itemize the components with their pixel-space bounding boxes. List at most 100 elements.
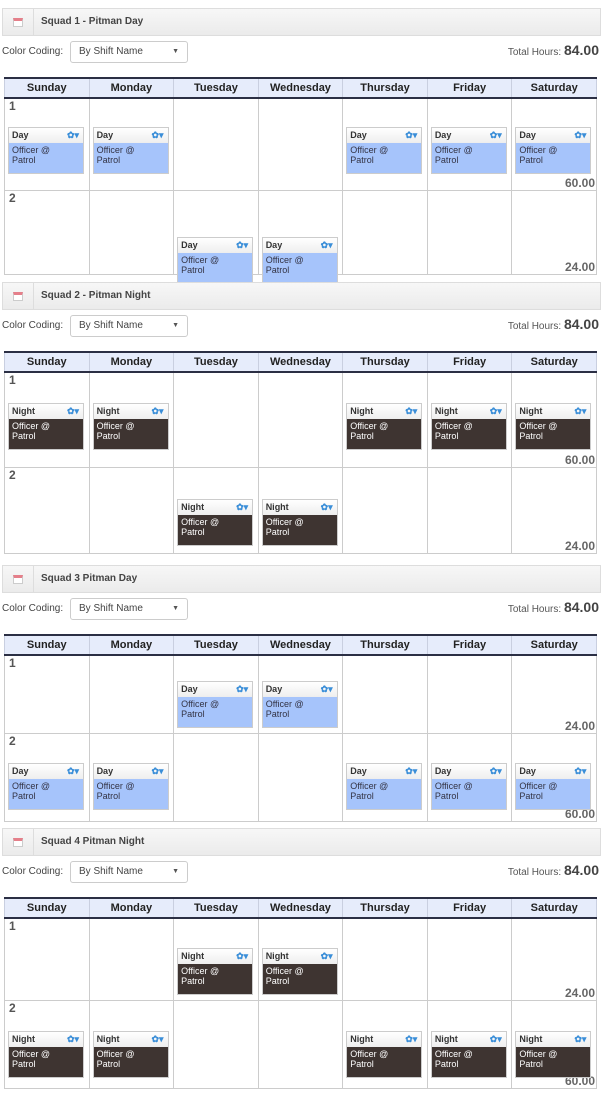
day-cell[interactable]: 60.00 Night ✿▾ Officer @ Patrol [511, 999, 597, 1089]
squad-header[interactable]: Squad 2 - Pitman Night [2, 282, 601, 310]
day-cell[interactable] [342, 466, 428, 554]
gear-dropdown-icon[interactable]: ✿▾ [152, 1032, 164, 1047]
shift-card[interactable]: Day ✿▾ Officer @ Patrol [515, 762, 592, 810]
shift-card[interactable]: Night ✿▾ Officer @ Patrol [430, 1030, 507, 1078]
day-cell[interactable]: 2 Day ✿▾ Officer @ Patrol [4, 732, 90, 822]
day-cell[interactable]: Night ✿▾ Officer @ Patrol [426, 999, 513, 1089]
day-cell[interactable]: Night ✿▾ Officer @ Patrol [257, 466, 344, 554]
gear-dropdown-icon[interactable]: ✿▾ [574, 128, 586, 143]
gear-dropdown-icon[interactable]: ✿▾ [152, 404, 164, 419]
color-coding-select[interactable]: By Shift Name ▼ [70, 315, 188, 337]
gear-dropdown-icon[interactable]: ✿▾ [67, 128, 79, 143]
gear-dropdown-icon[interactable]: ✿▾ [405, 764, 417, 779]
day-cell[interactable]: Night ✿▾ Officer @ Patrol [342, 999, 428, 1089]
day-cell[interactable]: Night ✿▾ Officer @ Patrol [426, 371, 513, 468]
shift-card[interactable]: Night ✿▾ Officer @ Patrol [92, 1030, 169, 1078]
day-cell[interactable]: Day ✿▾ Officer @ Patrol [173, 189, 259, 284]
gear-dropdown-icon[interactable]: ✿▾ [405, 128, 417, 143]
day-cell[interactable]: Day ✿▾ Officer @ Patrol [426, 732, 513, 822]
day-cell[interactable]: 24.00 [511, 189, 597, 275]
day-cell[interactable]: Day ✿▾ Officer @ Patrol [342, 97, 428, 191]
shift-card[interactable]: Night ✿▾ Officer @ Patrol [261, 948, 338, 995]
day-cell[interactable]: Day ✿▾ Officer @ Patrol [88, 732, 175, 822]
gear-dropdown-icon[interactable]: ✿▾ [236, 238, 248, 253]
day-cell[interactable] [88, 917, 175, 1001]
day-cell[interactable] [88, 654, 175, 734]
shift-card[interactable]: Night ✿▾ Officer @ Patrol [92, 403, 169, 450]
gear-dropdown-icon[interactable]: ✿▾ [321, 500, 333, 515]
gear-dropdown-icon[interactable]: ✿▾ [67, 764, 79, 779]
gear-dropdown-icon[interactable]: ✿▾ [490, 404, 502, 419]
day-cell[interactable] [426, 466, 513, 554]
shift-card[interactable]: Day ✿▾ Officer @ Patrol [346, 762, 423, 810]
gear-dropdown-icon[interactable]: ✿▾ [574, 404, 586, 419]
day-cell[interactable] [342, 654, 428, 734]
shift-card[interactable]: Night ✿▾ Officer @ Patrol [346, 403, 423, 450]
shift-card[interactable]: Day ✿▾ Officer @ Patrol [430, 127, 507, 174]
shift-card[interactable]: Day ✿▾ Officer @ Patrol [430, 762, 507, 810]
gear-dropdown-icon[interactable]: ✿▾ [490, 764, 502, 779]
shift-card[interactable]: Day ✿▾ Officer @ Patrol [8, 762, 84, 810]
day-cell[interactable]: Night ✿▾ Officer @ Patrol [88, 371, 175, 468]
squad-header[interactable]: Squad 3 Pitman Day [2, 565, 601, 593]
day-cell[interactable] [173, 371, 259, 468]
gear-dropdown-icon[interactable]: ✿▾ [574, 764, 586, 779]
shift-card[interactable]: Day ✿▾ Officer @ Patrol [261, 236, 338, 284]
day-cell[interactable] [426, 189, 513, 275]
day-cell[interactable] [173, 999, 259, 1089]
gear-dropdown-icon[interactable]: ✿▾ [67, 404, 79, 419]
day-cell[interactable]: 1 Night ✿▾ Officer @ Patrol [4, 371, 90, 468]
day-cell[interactable] [173, 97, 259, 191]
shift-card[interactable]: Day ✿▾ Officer @ Patrol [177, 681, 254, 728]
day-cell[interactable]: Night ✿▾ Officer @ Patrol [173, 466, 259, 554]
day-cell[interactable] [88, 189, 175, 275]
day-cell[interactable] [342, 917, 428, 1001]
day-cell[interactable]: Day ✿▾ Officer @ Patrol [342, 732, 428, 822]
shift-card[interactable]: Day ✿▾ Officer @ Patrol [515, 127, 592, 174]
squad-header[interactable]: Squad 4 Pitman Night [2, 828, 601, 856]
gear-dropdown-icon[interactable]: ✿▾ [152, 128, 164, 143]
color-coding-select[interactable]: By Shift Name ▼ [70, 41, 188, 63]
shift-card[interactable]: Night ✿▾ Officer @ Patrol [346, 1030, 423, 1078]
squad-header[interactable]: Squad 1 - Pitman Day [2, 8, 601, 36]
day-cell[interactable]: Night ✿▾ Officer @ Patrol [342, 371, 428, 468]
day-cell[interactable]: Day ✿▾ Officer @ Patrol [257, 189, 344, 284]
day-cell[interactable] [426, 917, 513, 1001]
gear-dropdown-icon[interactable]: ✿▾ [67, 1032, 79, 1047]
day-cell[interactable]: 1 [4, 654, 90, 734]
shift-card[interactable]: Night ✿▾ Officer @ Patrol [177, 498, 254, 546]
shift-card[interactable]: Day ✿▾ Officer @ Patrol [177, 236, 254, 284]
day-cell[interactable]: Day ✿▾ Officer @ Patrol [88, 97, 175, 191]
day-cell[interactable]: Night ✿▾ Officer @ Patrol [173, 917, 259, 1001]
day-cell[interactable] [342, 189, 428, 275]
day-cell[interactable]: 1 [4, 917, 90, 1001]
gear-dropdown-icon[interactable]: ✿▾ [236, 949, 248, 964]
day-cell[interactable] [426, 654, 513, 734]
shift-card[interactable]: Night ✿▾ Officer @ Patrol [8, 1030, 84, 1078]
shift-card[interactable]: Day ✿▾ Officer @ Patrol [261, 681, 338, 728]
gear-dropdown-icon[interactable]: ✿▾ [490, 128, 502, 143]
gear-dropdown-icon[interactable]: ✿▾ [321, 238, 333, 253]
day-cell[interactable] [257, 371, 344, 468]
gear-dropdown-icon[interactable]: ✿▾ [405, 404, 417, 419]
color-coding-select[interactable]: By Shift Name ▼ [70, 861, 188, 883]
day-cell[interactable]: 1 Day ✿▾ Officer @ Patrol [4, 97, 90, 191]
shift-card[interactable]: Night ✿▾ Officer @ Patrol [177, 948, 254, 995]
day-cell[interactable]: Night ✿▾ Officer @ Patrol [257, 917, 344, 1001]
day-cell[interactable]: Night ✿▾ Officer @ Patrol [88, 999, 175, 1089]
day-cell[interactable] [88, 466, 175, 554]
day-cell[interactable]: 2 [4, 466, 90, 554]
shift-card[interactable]: Day ✿▾ Officer @ Patrol [8, 127, 84, 174]
day-cell[interactable] [257, 97, 344, 191]
gear-dropdown-icon[interactable]: ✿▾ [574, 1032, 586, 1047]
day-cell[interactable]: 24.00 [511, 654, 597, 734]
shift-card[interactable]: Night ✿▾ Officer @ Patrol [515, 403, 592, 450]
day-cell[interactable]: 2 Night ✿▾ Officer @ Patrol [4, 999, 90, 1089]
day-cell[interactable]: 60.00 Day ✿▾ Officer @ Patrol [511, 97, 597, 191]
day-cell[interactable]: 60.00 Night ✿▾ Officer @ Patrol [511, 371, 597, 468]
day-cell[interactable]: Day ✿▾ Officer @ Patrol [257, 654, 344, 734]
shift-card[interactable]: Day ✿▾ Officer @ Patrol [92, 127, 169, 174]
day-cell[interactable]: Day ✿▾ Officer @ Patrol [173, 654, 259, 734]
gear-dropdown-icon[interactable]: ✿▾ [321, 949, 333, 964]
shift-card[interactable]: Night ✿▾ Officer @ Patrol [261, 498, 338, 546]
